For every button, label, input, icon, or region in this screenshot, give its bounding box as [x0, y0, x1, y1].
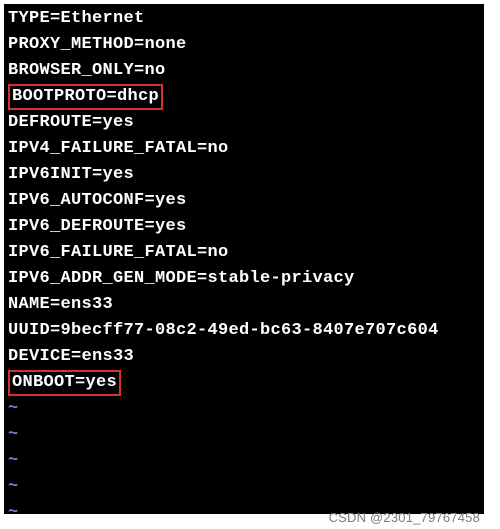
- config-line[interactable]: TYPE=Ethernet: [8, 6, 480, 32]
- terminal-window: TYPE=EthernetPROXY_METHOD=noneBROWSER_ON…: [4, 4, 484, 514]
- empty-line-tilde: ~: [8, 396, 480, 422]
- highlighted-config[interactable]: BOOTPROTO=dhcp: [8, 84, 163, 110]
- config-line[interactable]: IPV6INIT=yes: [8, 162, 480, 188]
- config-line[interactable]: DEVICE=ens33: [8, 344, 480, 370]
- config-line[interactable]: IPV6_AUTOCONF=yes: [8, 188, 480, 214]
- highlighted-config[interactable]: ONBOOT=yes: [8, 370, 121, 396]
- config-content[interactable]: TYPE=EthernetPROXY_METHOD=noneBROWSER_ON…: [8, 6, 480, 396]
- config-line[interactable]: BROWSER_ONLY=no: [8, 58, 480, 84]
- config-line[interactable]: ONBOOT=yes: [8, 370, 480, 396]
- config-line[interactable]: UUID=9becff77-08c2-49ed-bc63-8407e707c60…: [8, 318, 480, 344]
- config-line[interactable]: IPV4_FAILURE_FATAL=no: [8, 136, 480, 162]
- empty-line-tilde: ~: [8, 474, 480, 500]
- config-line[interactable]: NAME=ens33: [8, 292, 480, 318]
- config-line[interactable]: IPV6_DEFROUTE=yes: [8, 214, 480, 240]
- empty-line-tilde: ~: [8, 448, 480, 474]
- config-line[interactable]: IPV6_FAILURE_FATAL=no: [8, 240, 480, 266]
- empty-line-tilde: ~: [8, 422, 480, 448]
- config-line[interactable]: BOOTPROTO=dhcp: [8, 84, 480, 110]
- watermark: CSDN @2301_79767458: [329, 510, 480, 525]
- config-line[interactable]: DEFROUTE=yes: [8, 110, 480, 136]
- empty-lines: ~~~~~: [8, 396, 480, 514]
- config-line[interactable]: IPV6_ADDR_GEN_MODE=stable-privacy: [8, 266, 480, 292]
- config-line[interactable]: PROXY_METHOD=none: [8, 32, 480, 58]
